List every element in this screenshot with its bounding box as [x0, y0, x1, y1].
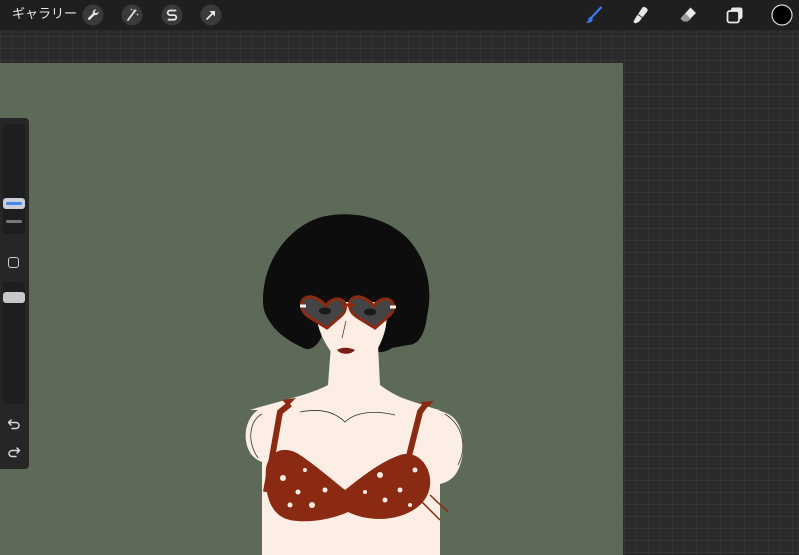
drawing-canvas[interactable]	[0, 63, 623, 555]
gallery-button[interactable]: ギャラリー	[12, 6, 77, 24]
brush-icon[interactable]	[583, 4, 605, 26]
color-swatch[interactable]	[771, 4, 793, 26]
magic-wand-icon[interactable]	[121, 4, 143, 26]
brush-size-slider[interactable]	[3, 124, 25, 234]
selection-s-icon[interactable]	[161, 4, 183, 26]
redo-icon[interactable]	[6, 444, 22, 460]
illustration	[245, 214, 464, 555]
wrench-icon[interactable]	[82, 4, 104, 26]
modify-button[interactable]	[8, 257, 19, 268]
brush-sidebar	[0, 118, 29, 469]
brush-size-marker	[6, 220, 22, 223]
smudge-icon[interactable]	[629, 4, 651, 26]
eraser-icon[interactable]	[677, 4, 699, 26]
transform-arrow-icon[interactable]	[200, 4, 222, 26]
opacity-handle[interactable]	[3, 292, 25, 303]
brush-size-handle[interactable]	[3, 198, 25, 209]
top-toolbar: ギャラリー	[0, 0, 799, 30]
undo-icon[interactable]	[6, 416, 22, 432]
layers-icon[interactable]	[724, 4, 746, 26]
